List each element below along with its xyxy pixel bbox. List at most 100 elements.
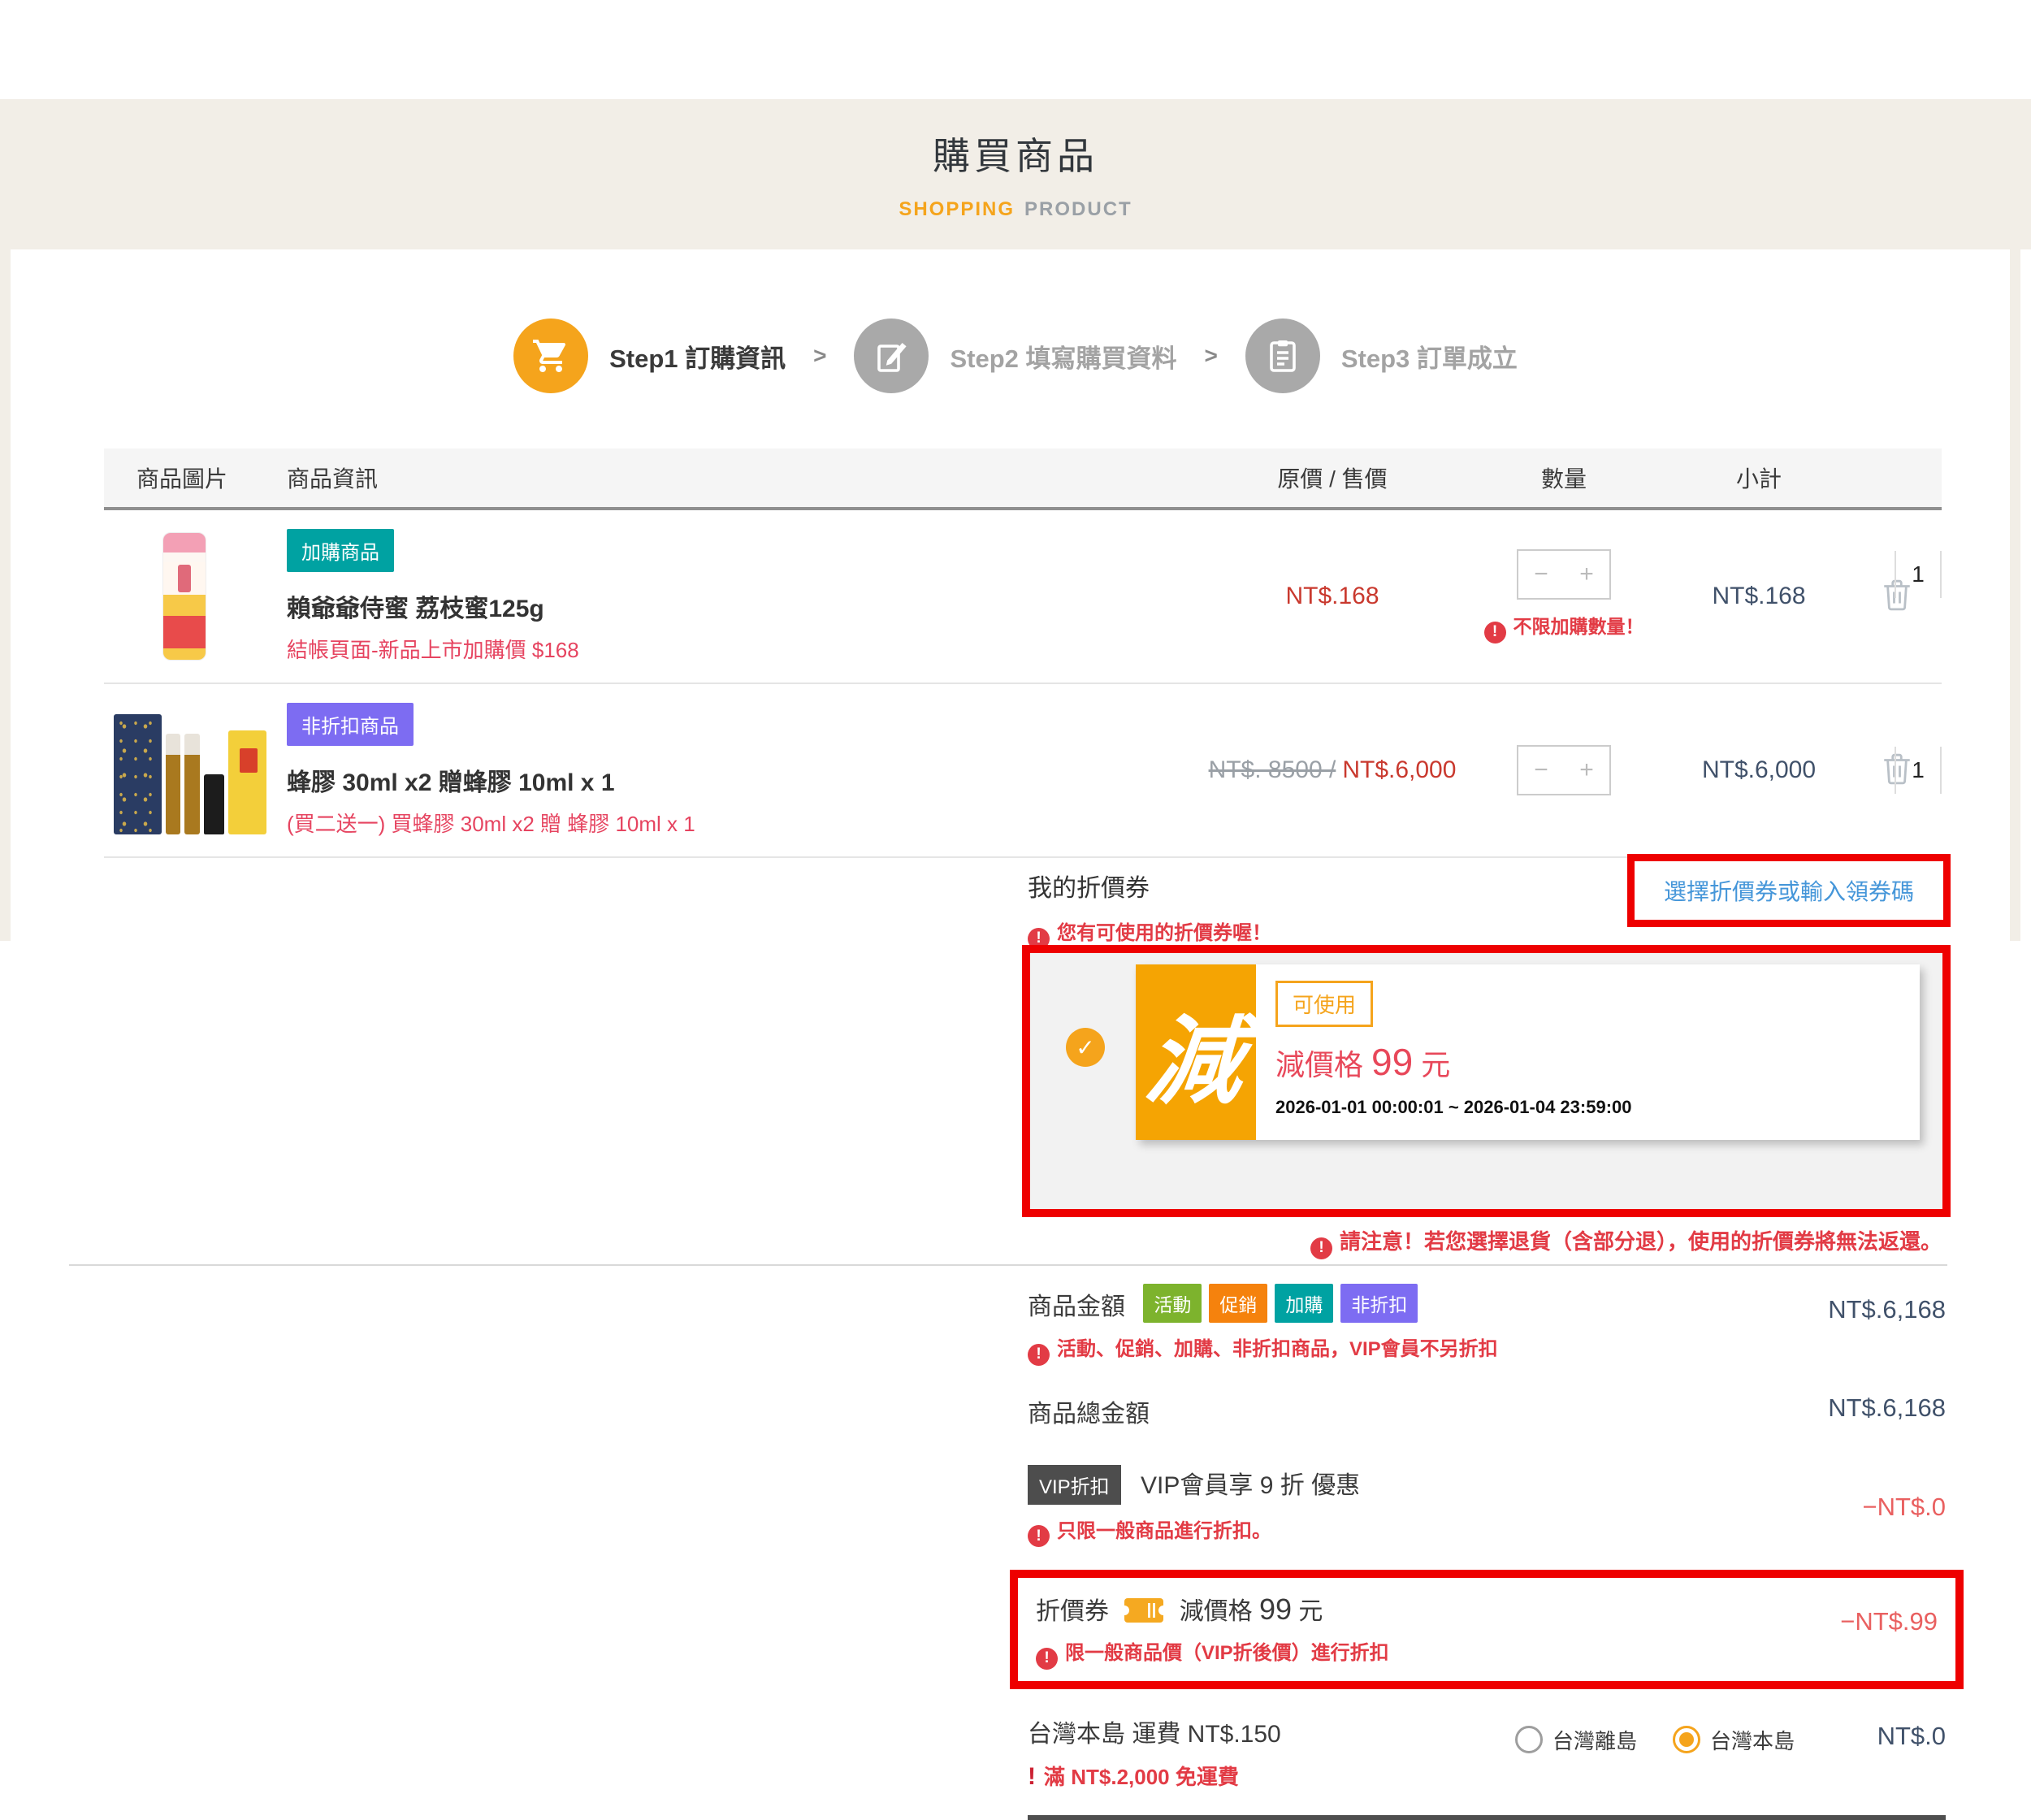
vip-badge: VIP折扣 <box>1028 1465 1121 1505</box>
vip-value: −NT$.0 <box>1862 1493 1946 1522</box>
coupon-status-badge: 可使用 <box>1275 981 1373 1027</box>
quantity-cell: − 1 + !不限加購數量！ <box>1462 549 1665 644</box>
product-info: 加購商品 賴爺爺侍蜜 荔枝蜜125g 結帳頁面-新品上市加購價 $168 <box>287 529 1202 664</box>
order-summary: 商品金額 活動 促銷 加購 非折扣 NT$.6,168 !活動、促銷、加購、非折… <box>1028 1284 1946 1820</box>
product-promo: 結帳頁面-新品上市加購價 $168 <box>287 634 1202 664</box>
alert-icon: ! <box>1310 1237 1332 1259</box>
page-header: 購買商品 SHOPPING PRODUCT <box>0 99 2031 249</box>
quantity-minus-button[interactable]: − <box>1518 747 1564 794</box>
quantity-stepper[interactable]: − 1 + <box>1517 745 1611 795</box>
quantity-plus-button[interactable]: + <box>1564 747 1609 794</box>
product-info: 非折扣商品 蜂膠 30ml x2 贈蜂膠 10ml x 1 (買二送一) 買蜂膠… <box>287 703 1202 838</box>
amount-badges: 活動 促銷 加購 非折扣 <box>1143 1284 1418 1323</box>
quantity-cell: − 1 + <box>1462 745 1665 795</box>
radio-taiwan-outlying[interactable]: 台灣離島 <box>1515 1725 1637 1755</box>
amount-label: 商品金額 <box>1028 1294 1125 1320</box>
checkout-steps: Step1 訂購資訊 > Step2 填寫購買資料 > Step3 訂單成立 <box>0 318 2031 393</box>
vip-discount-row: VIP折扣 VIP會員享 9 折 優惠 −NT$.0 !只限一般商品進行折扣。 <box>1028 1465 1946 1548</box>
sale-badge: 促銷 <box>1209 1284 1267 1323</box>
honey-bottle-image <box>162 532 206 661</box>
header-price: 原價 / 售價 <box>1202 462 1462 494</box>
step-2-label: Step2 填寫購買資料 <box>950 338 1176 375</box>
quantity-input[interactable]: 1 <box>1895 747 1942 794</box>
annotation-box-coupon-link: 選擇折價券或輸入領券碼 <box>1627 854 1951 927</box>
total-row: 商品總金額 NT$.6,168 <box>1028 1393 1946 1429</box>
addon-badge: 加購 <box>1275 1284 1333 1323</box>
coupon-row-note: !限一般商品價（VIP折後價）進行折扣 <box>1036 1636 1938 1670</box>
alert-icon: ! <box>1484 622 1506 644</box>
alert-icon: ! <box>1028 1344 1050 1366</box>
original-price: NT$. 8500 / <box>1209 756 1336 783</box>
section-divider <box>69 1264 1947 1266</box>
step-separator-icon: > <box>813 343 826 369</box>
alert-icon: ! <box>1028 1525 1050 1547</box>
product-promo: (買二送一) 買蜂膠 30ml x2 贈 蜂膠 10ml x 1 <box>287 808 1202 838</box>
product-image <box>104 532 287 661</box>
no-discount-badge: 非折扣 <box>1340 1284 1418 1323</box>
coupon-description: 減價格 99 元 <box>1275 1040 1632 1084</box>
coupon-warning: !請注意！若您選擇退貨（含部分退），使用的折價券將無法返還。 <box>1310 1225 1942 1259</box>
step-3-order-complete: Step3 訂單成立 <box>1245 318 1518 393</box>
quantity-input[interactable]: 1 <box>1895 551 1942 598</box>
cart-table: 商品圖片 商品資訊 原價 / 售價 數量 小計 加購商品 賴爺爺侍蜜 荔枝蜜12… <box>104 448 1942 858</box>
quantity-plus-button[interactable]: + <box>1564 551 1609 598</box>
alert-icon: ! <box>1036 1648 1058 1670</box>
my-coupons-title: 我的折價券 <box>1028 868 1271 904</box>
shipping-note: !滿 NT$.2,000 免運費 <box>1028 1761 1946 1791</box>
propolis-set-image <box>114 706 266 834</box>
annotation-box-coupon-row: 折價券 減價格 99 元 −NT$.99 !限一般商品價（VIP折後價）進行折扣 <box>1010 1570 1964 1689</box>
product-name: 蜂膠 30ml x2 贈蜂膠 10ml x 1 <box>287 762 1202 798</box>
step-2-fill-info: Step2 填寫購買資料 <box>854 318 1176 393</box>
step-1-order-info: Step1 訂購資訊 <box>513 318 786 393</box>
subtitle-product: PRODUCT <box>1024 198 1132 220</box>
total-value: NT$.6,168 <box>1828 1393 1946 1423</box>
cart-table-header: 商品圖片 商品資訊 原價 / 售價 數量 小計 <box>104 448 1942 510</box>
radio-taiwan-main-island[interactable]: 台灣本島 <box>1673 1725 1795 1755</box>
shipping-row: 台灣本島 運費 NT$.150 !滿 NT$.2,000 免運費 台灣離島 台灣… <box>1028 1714 1946 1791</box>
product-subtotal: NT$.168 <box>1665 583 1852 610</box>
edit-icon <box>854 318 929 393</box>
amount-row: 商品金額 活動 促銷 加購 非折扣 NT$.6,168 !活動、促銷、加購、非折… <box>1028 1284 1946 1366</box>
header-subtotal: 小計 <box>1665 462 1852 494</box>
coupon-selected-check-icon[interactable]: ✓ <box>1066 1028 1105 1067</box>
clipboard-icon <box>1245 318 1320 393</box>
quantity-minus-button[interactable]: − <box>1518 551 1564 598</box>
table-row: 非折扣商品 蜂膠 30ml x2 贈蜂膠 10ml x 1 (買二送一) 買蜂膠… <box>104 684 1942 858</box>
shipping-label: 台灣本島 運費 NT$.150 <box>1028 1721 1281 1748</box>
quantity-note: !不限加購數量！ <box>1462 611 1665 644</box>
total-label: 商品總金額 <box>1028 1401 1150 1428</box>
coupon-discount-glyph: 減 <box>1136 964 1256 1140</box>
coupon-row-label: 折價券 <box>1036 1598 1109 1625</box>
product-price: NT$.168 <box>1202 583 1462 610</box>
table-row: 加購商品 賴爺爺侍蜜 荔枝蜜125g 結帳頁面-新品上市加購價 $168 NT$… <box>104 510 1942 684</box>
shipping-value: NT$.0 <box>1877 1722 1946 1751</box>
addon-badge: 加購商品 <box>287 529 394 572</box>
coupon-card[interactable]: 減 可使用 減價格 99 元 2026-01-01 00:00:01 ~ 202… <box>1136 964 1920 1140</box>
amount-value: NT$.6,168 <box>1828 1295 1946 1324</box>
coupon-row-value: −NT$.99 <box>1840 1607 1938 1636</box>
coupon-row-text: 減價格 99 元 <box>1180 1598 1323 1625</box>
quantity-stepper[interactable]: − 1 + <box>1517 549 1611 600</box>
step-separator-icon: > <box>1205 343 1218 369</box>
select-coupon-link[interactable]: 選擇折價券或輸入領券碼 <box>1664 874 1914 907</box>
my-coupons-section: 我的折價券 !您有可使用的折價券喔！ <box>1028 868 1271 950</box>
exclaim-icon: ! <box>1028 1763 1036 1790</box>
page-title: 購買商品 <box>0 99 2031 180</box>
amount-note: !活動、促銷、加購、非折扣商品，VIP會員不另折扣 <box>1028 1332 1946 1366</box>
ticket-icon <box>1124 1597 1164 1624</box>
step-3-label: Step3 訂單成立 <box>1341 338 1518 375</box>
subtitle-shopping: SHOPPING <box>899 198 1015 220</box>
vip-note: !只限一般商品進行折扣。 <box>1028 1514 1946 1548</box>
annotation-box-coupon-card: ✓ 減 可使用 減價格 99 元 2026-01-01 00:00:01 ~ 2… <box>1022 945 1951 1217</box>
cart-icon <box>513 318 588 393</box>
page-subtitle: SHOPPING PRODUCT <box>0 198 2031 221</box>
no-discount-badge: 非折扣商品 <box>287 703 414 746</box>
header-quantity: 數量 <box>1462 462 1665 494</box>
product-subtotal: NT$.6,000 <box>1665 756 1852 784</box>
step-1-label: Step1 訂購資訊 <box>609 338 786 375</box>
product-price: NT$. 8500 /NT$.6,000 <box>1202 756 1462 784</box>
radio-unselected-icon[interactable] <box>1515 1726 1543 1753</box>
radio-selected-icon[interactable] <box>1673 1726 1700 1753</box>
product-image <box>104 706 287 834</box>
vip-text: VIP會員享 9 折 優惠 <box>1141 1472 1360 1499</box>
